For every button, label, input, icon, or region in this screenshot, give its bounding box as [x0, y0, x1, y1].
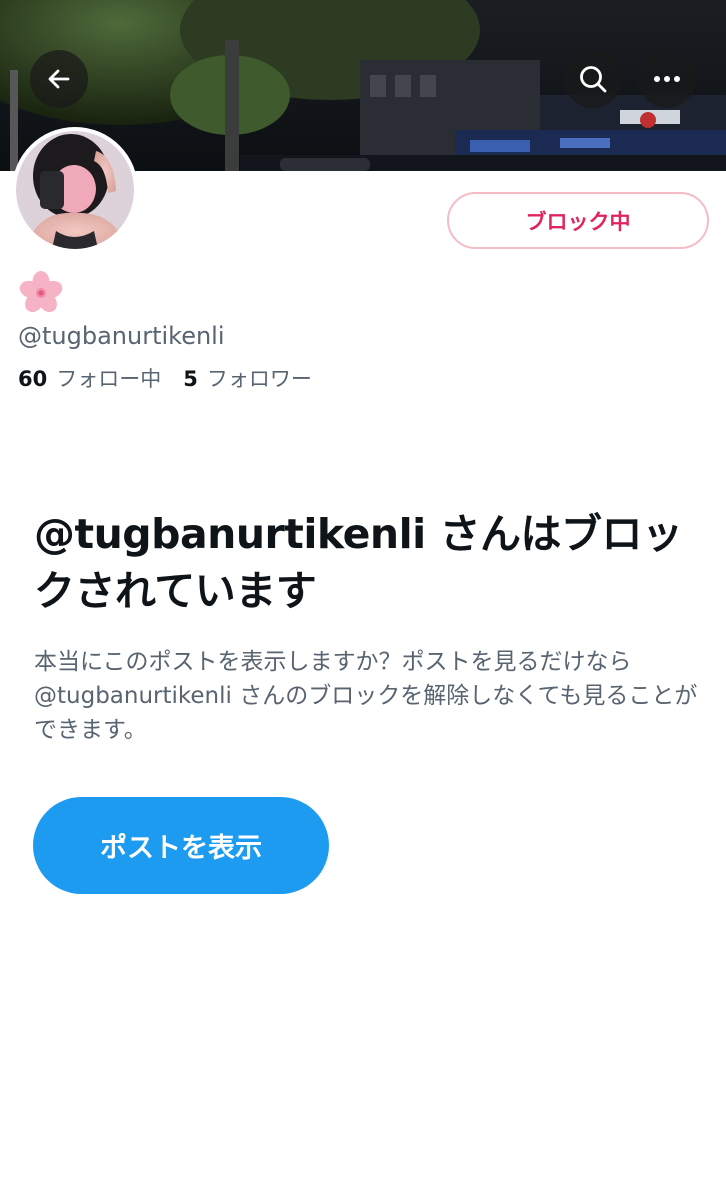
followers-label: フォロワー [206, 367, 312, 391]
followers-link[interactable]: 5 フォロワー [183, 363, 312, 393]
blocked-notice-description: 本当にこのポストを表示しますか？ポストを見るだけなら @tugbanurtike… [34, 649, 698, 743]
profile-handle: @tugbanurtikenli [18, 322, 225, 350]
follow-stats: 60 フォロー中 5 フォロワー [18, 363, 312, 393]
following-link[interactable]: 60 フォロー中 [18, 363, 161, 393]
arrow-left-icon [46, 66, 72, 92]
display-name-emoji [18, 270, 64, 316]
back-button[interactable] [30, 50, 88, 108]
search-button[interactable] [564, 50, 622, 108]
following-label: フォロー中 [56, 367, 162, 391]
view-posts-button[interactable]: ポストを表示 [33, 797, 329, 894]
followers-count: 5 [183, 367, 198, 391]
more-options-button[interactable] [638, 50, 696, 108]
blocked-notice-title: @tugbanurtikenli さんはブロックされています [34, 510, 683, 615]
more-horizontal-icon [653, 75, 681, 83]
avatar[interactable] [12, 127, 138, 253]
profile-screen: ブロック中 @tugbanurtikenli 60 フォロー中 5 フォロワー … [0, 0, 726, 1200]
search-icon [578, 64, 608, 94]
blocking-button[interactable]: ブロック中 [447, 192, 709, 249]
following-count: 60 [18, 367, 48, 391]
